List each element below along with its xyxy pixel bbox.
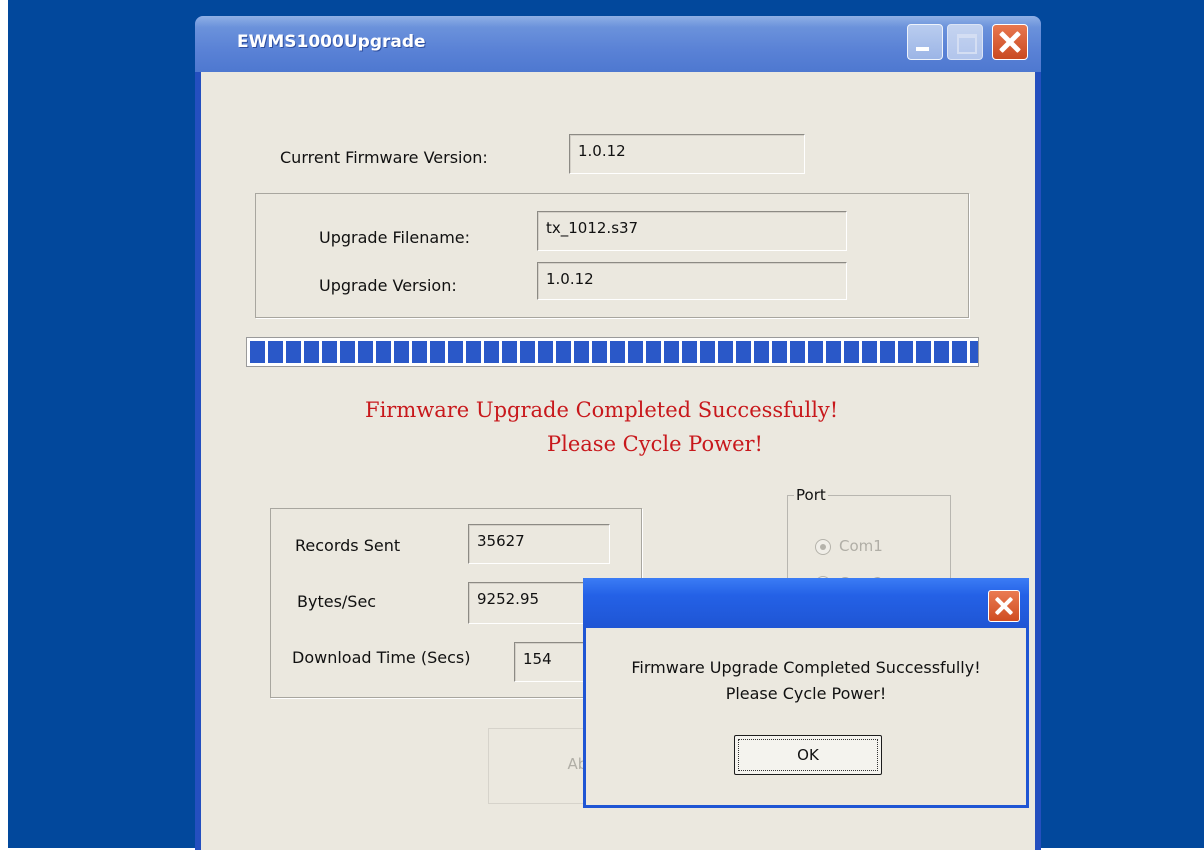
dialog-title-bar[interactable] xyxy=(583,578,1029,628)
port-legend: Port xyxy=(794,486,828,504)
minimize-icon xyxy=(916,47,929,51)
title-bar[interactable]: EWMS1000Upgrade xyxy=(195,16,1041,72)
upgrade-progress-bar xyxy=(246,337,979,367)
download-time-label: Download Time (Secs) xyxy=(292,648,471,667)
upgrade-version-field: 1.0.12 xyxy=(537,262,847,300)
ok-button-label: OK xyxy=(738,739,878,771)
upgrade-filename-field: tx_1012.s37 xyxy=(537,211,847,251)
current-firmware-field: 1.0.12 xyxy=(569,134,805,174)
current-firmware-label: Current Firmware Version: xyxy=(280,148,488,167)
dialog-client-area: Firmware Upgrade Completed Successfully!… xyxy=(586,628,1026,805)
dialog-close-button[interactable] xyxy=(988,590,1020,622)
close-button[interactable] xyxy=(992,24,1028,60)
bytes-per-sec-label: Bytes/Sec xyxy=(297,592,377,611)
maximize-icon xyxy=(957,34,977,54)
status-message-line1: Firmware Upgrade Completed Successfully! xyxy=(365,398,839,422)
dialog-message-line1: Firmware Upgrade Completed Successfully! xyxy=(631,658,981,677)
progress-fill xyxy=(250,341,978,363)
completion-dialog: Firmware Upgrade Completed Successfully!… xyxy=(583,578,1029,808)
com1-label: Com1 xyxy=(839,537,883,555)
upgrade-filename-label: Upgrade Filename: xyxy=(319,228,471,247)
dialog-message-line2: Please Cycle Power! xyxy=(725,684,887,703)
ok-button[interactable]: OK xyxy=(734,735,882,775)
maximize-button xyxy=(947,24,983,60)
status-message-line2: Please Cycle Power! xyxy=(547,432,763,456)
window-title: EWMS1000Upgrade xyxy=(237,32,426,52)
com1-radio[interactable] xyxy=(815,539,831,555)
upgrade-version-label: Upgrade Version: xyxy=(319,276,457,295)
records-sent-field: 35627 xyxy=(468,524,610,564)
records-sent-label: Records Sent xyxy=(295,536,401,555)
minimize-button[interactable] xyxy=(907,24,943,60)
